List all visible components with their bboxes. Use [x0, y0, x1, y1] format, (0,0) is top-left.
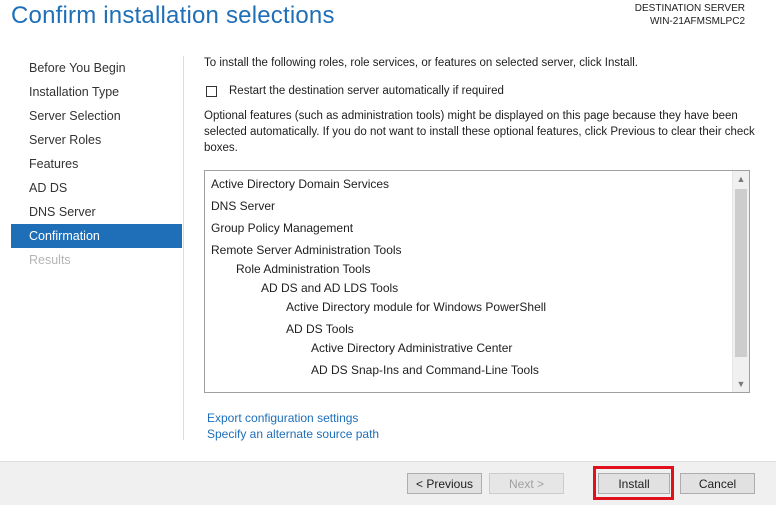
- list-item: AD DS and AD LDS Tools: [261, 281, 399, 295]
- scroll-thumb[interactable]: [735, 189, 747, 357]
- selections-listbox[interactable]: Active Directory Domain Services DNS Ser…: [204, 170, 750, 393]
- nav-item-confirmation[interactable]: Confirmation: [11, 224, 182, 248]
- list-item: AD DS Snap-Ins and Command-Line Tools: [311, 363, 539, 377]
- list-item: Role Administration Tools: [236, 262, 371, 276]
- selections-list: Active Directory Domain Services DNS Ser…: [205, 171, 732, 392]
- next-button: Next >: [489, 473, 564, 494]
- export-configuration-link[interactable]: Export configuration settings: [207, 411, 358, 425]
- nav-divider: [183, 56, 184, 440]
- restart-label[interactable]: Restart the destination server automatic…: [229, 85, 504, 97]
- nav-item-installation-type[interactable]: Installation Type: [11, 80, 182, 104]
- scroll-up-arrow-icon[interactable]: ▲: [733, 171, 749, 187]
- intro-text: To install the following roles, role ser…: [204, 57, 638, 69]
- destination-server: DESTINATION SERVER WIN-21AFMSMLPC2: [635, 2, 745, 28]
- list-item: Active Directory Domain Services: [211, 177, 390, 191]
- list-scrollbar[interactable]: ▲ ▼: [732, 171, 749, 392]
- optional-features-note: Optional features (such as administratio…: [204, 110, 755, 154]
- install-highlight-box: [593, 466, 674, 500]
- nav-item-before-you-begin[interactable]: Before You Begin: [11, 56, 182, 80]
- cancel-button[interactable]: Cancel: [680, 473, 755, 494]
- list-item: Active Directory Administrative Center: [311, 341, 513, 355]
- destination-server-label: DESTINATION SERVER: [634, 3, 745, 14]
- scroll-down-arrow-icon[interactable]: ▼: [733, 376, 749, 392]
- list-item: AD DS Tools: [286, 322, 354, 336]
- nav-item-features[interactable]: Features: [11, 152, 182, 176]
- wizard-nav: Before You Begin Installation Type Serve…: [11, 56, 182, 272]
- nav-item-results: Results: [29, 253, 71, 267]
- previous-button[interactable]: < Previous: [407, 473, 482, 494]
- nav-item-dns-server[interactable]: DNS Server: [11, 200, 182, 224]
- nav-item-ad-ds[interactable]: AD DS: [11, 176, 182, 200]
- nav-item-server-roles[interactable]: Server Roles: [11, 128, 182, 152]
- destination-server-name: WIN-21AFMSMLPC2: [649, 16, 745, 27]
- nav-item-server-selection[interactable]: Server Selection: [11, 104, 182, 128]
- alternate-source-link[interactable]: Specify an alternate source path: [207, 427, 379, 441]
- list-item: Group Policy Management: [211, 221, 354, 235]
- restart-checkbox[interactable]: [206, 85, 217, 97]
- list-item: Active Directory module for Windows Powe…: [286, 300, 547, 314]
- list-item: Remote Server Administration Tools: [211, 243, 402, 257]
- content-area: To install the following roles, role ser…: [204, 56, 764, 154]
- restart-option[interactable]: Restart the destination server automatic…: [206, 85, 504, 97]
- page-title: Confirm installation selections: [11, 2, 335, 29]
- list-item: DNS Server: [211, 199, 276, 213]
